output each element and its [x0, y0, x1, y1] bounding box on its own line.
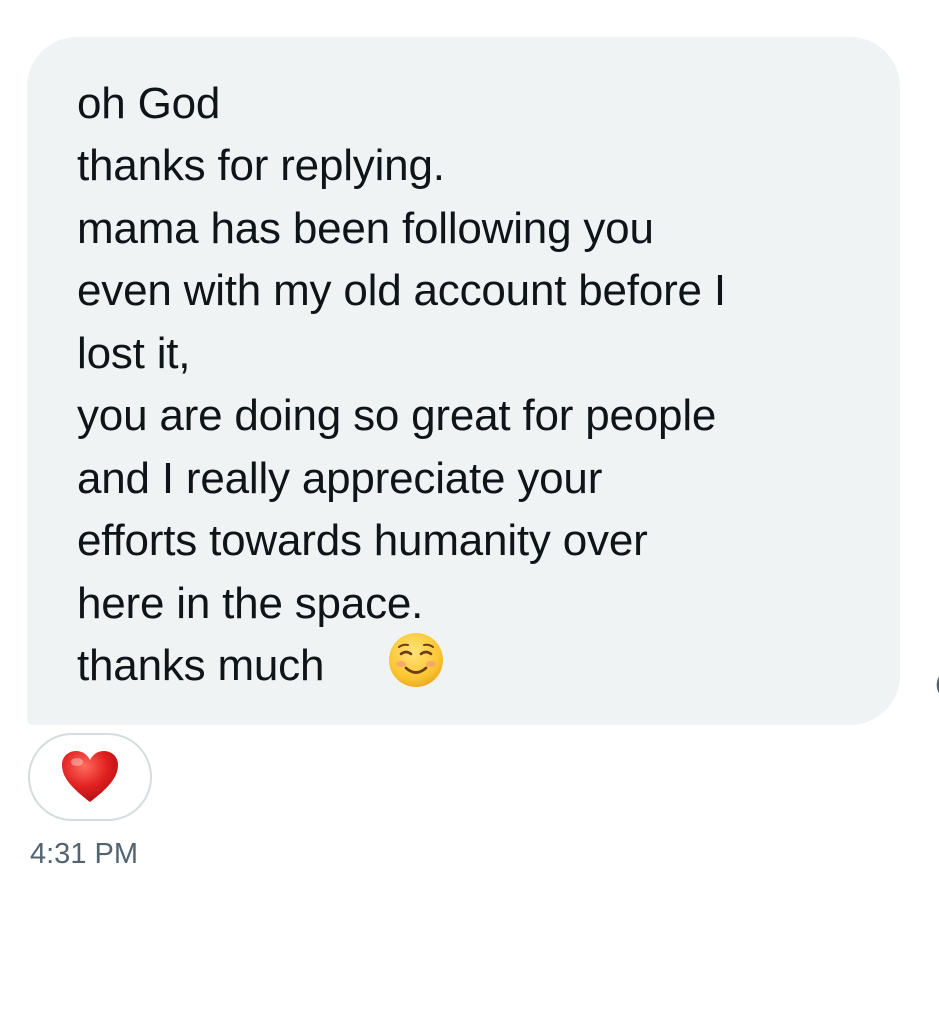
message-line: you are doing so great for people [77, 391, 717, 440]
smiling-face-icon [389, 633, 443, 687]
message-line: efforts towards humanity over [77, 516, 648, 565]
message-bubble[interactable]: oh God thanks for replying. mama has been … [27, 37, 900, 725]
message-line: even with my old account before I [77, 266, 726, 315]
message-line: lost it, [77, 329, 191, 378]
message-line: mama has been following you [77, 204, 654, 253]
red-heart-icon [62, 751, 118, 802]
message-line: here in the space. [77, 579, 424, 628]
message-line: oh God [77, 79, 221, 128]
message-timestamp: 4:31 PM [30, 838, 138, 870]
message-options-icon[interactable] [928, 668, 939, 702]
message-line: thanks for replying. [77, 141, 445, 190]
reaction-button[interactable] [28, 733, 152, 821]
message-line: thanks much [77, 641, 325, 690]
message-line: and I really appreciate your [77, 454, 603, 503]
